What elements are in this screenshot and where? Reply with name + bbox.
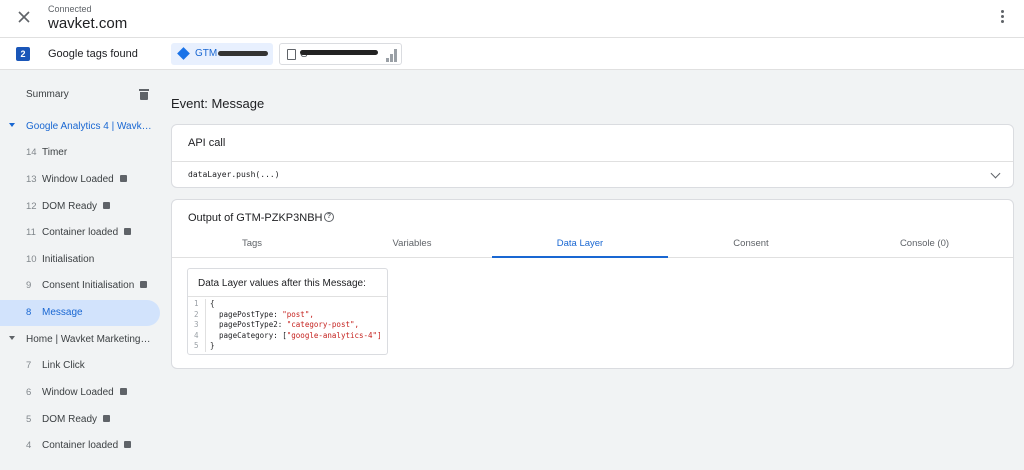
output-card: Output of GTM-PZKP3NBH ? Tags Variables … <box>171 199 1014 369</box>
sidebar-event-item[interactable]: 13 Window Loaded <box>0 167 160 193</box>
sidebar-event-item[interactable]: 14 Timer <box>0 140 160 166</box>
help-icon[interactable]: ? <box>324 212 334 222</box>
tab-variables[interactable]: Variables <box>332 233 492 258</box>
sidebar-event-item-selected[interactable]: 8 Message <box>0 300 160 326</box>
event-title: Event: Message <box>171 96 265 111</box>
sidebar-summary[interactable]: Summary <box>26 89 69 100</box>
calendar-icon <box>140 280 148 288</box>
event-number: 5 <box>26 414 32 425</box>
tab-console[interactable]: Console (0) <box>834 233 1015 258</box>
event-number: 14 <box>26 147 37 158</box>
sidebar-group-ga4[interactable]: Google Analytics 4 | Wavket Marketing Ag… <box>0 116 164 138</box>
event-name: Container loaded <box>42 440 132 451</box>
tab-consent[interactable]: Consent <box>668 233 834 258</box>
event-number: 7 <box>26 360 32 371</box>
tag-icon <box>287 49 296 60</box>
calendar-icon <box>119 174 127 182</box>
close-icon[interactable] <box>14 7 34 27</box>
chevron-down-icon[interactable] <box>990 168 1001 179</box>
event-name: Window Loaded <box>42 174 127 185</box>
divider <box>188 296 387 297</box>
code-line: 1{ <box>194 299 215 310</box>
sidebar-group-title: Home | Wavket Marketing Agency <box>26 334 152 345</box>
event-name: DOM Ready <box>42 201 111 212</box>
divider <box>172 161 1013 162</box>
sidebar-event-item[interactable]: 6 Window Loaded <box>0 380 160 406</box>
event-number: 6 <box>26 387 32 398</box>
event-name: Link Click <box>42 360 85 371</box>
kebab-menu-icon[interactable] <box>994 8 1010 28</box>
gtm-chip-label: GTM <box>195 48 218 59</box>
event-number: 10 <box>26 254 37 265</box>
event-name: Initialisation <box>42 254 95 265</box>
redacted-container-id <box>218 51 268 56</box>
event-number: 4 <box>26 440 32 451</box>
sidebar-event-item[interactable]: 10 Initialisation <box>0 247 160 273</box>
data-layer-title: Data Layer values after this Message: <box>198 278 366 289</box>
output-title: Output of GTM-PZKP3NBH <box>188 212 323 224</box>
caret-down-icon <box>9 123 15 127</box>
tab-data-layer[interactable]: Data Layer <box>492 233 668 258</box>
signal-bars-icon <box>386 48 398 62</box>
top-bar: Connected wavket.com <box>0 0 1024 38</box>
event-name: Consent Initialisation <box>42 280 148 291</box>
tag-bar: 2 Google tags found GTM G- <box>0 38 1024 70</box>
code-line: 3 pagePostType2: "category-post", <box>194 320 360 331</box>
tab-tags[interactable]: Tags <box>172 233 332 258</box>
event-name: DOM Ready <box>42 414 111 425</box>
sidebar-event-item[interactable]: 7 Link Click <box>0 353 160 379</box>
api-call-title: API call <box>188 137 226 149</box>
event-number: 12 <box>26 201 37 212</box>
connection-status: Connected <box>48 4 92 14</box>
gtm-container-chip[interactable]: GTM <box>171 43 273 65</box>
code-line: 2 pagePostType: "post", <box>194 309 314 320</box>
sidebar: Summary Google Analytics 4 | Wavket Mark… <box>0 71 164 470</box>
data-layer-panel: Data Layer values after this Message: 1{… <box>187 268 388 355</box>
data-layer-code: 1{ 2 pagePostType: "post", 3 pagePostTyp… <box>192 299 382 352</box>
calendar-icon <box>124 440 132 448</box>
sidebar-event-item[interactable]: 12 DOM Ready <box>0 194 160 220</box>
event-number: 13 <box>26 174 37 185</box>
event-number: 11 <box>26 227 36 238</box>
redacted-measurement-id <box>300 50 378 55</box>
output-tabs: Tags Variables Data Layer Consent Consol… <box>172 233 1013 258</box>
sidebar-event-item[interactable]: 5 DOM Ready <box>0 407 160 433</box>
gtm-diamond-icon <box>177 47 190 60</box>
tag-count-badge: 2 <box>16 47 30 61</box>
sidebar-event-item[interactable]: 4 Container loaded <box>0 433 160 459</box>
calendar-icon <box>119 387 127 395</box>
event-name: Window Loaded <box>42 387 127 398</box>
event-number: 8 <box>26 307 32 318</box>
code-line: 4 pageCategory: ["google-analytics-4"] <box>194 330 382 341</box>
sidebar-group-home[interactable]: Home | Wavket Marketing Agency <box>0 329 164 351</box>
event-name: Message <box>42 307 83 318</box>
event-name: Container loaded <box>42 227 132 238</box>
code-line: 5} <box>194 341 215 352</box>
caret-down-icon <box>9 336 15 340</box>
site-name: wavket.com <box>48 15 128 32</box>
calendar-icon <box>124 227 132 235</box>
api-call-card: API call dataLayer.push(...) <box>171 124 1014 188</box>
sidebar-group-title: Google Analytics 4 | Wavket Marketing Ag… <box>26 121 152 132</box>
ga-tag-chip[interactable]: G- <box>279 43 402 65</box>
event-number: 9 <box>26 280 32 291</box>
sidebar-event-item[interactable]: 11 Container loaded <box>0 220 160 246</box>
calendar-icon <box>103 201 111 209</box>
calendar-icon <box>103 414 111 422</box>
event-name: Timer <box>42 147 68 158</box>
api-call-code: dataLayer.push(...) <box>188 170 280 179</box>
tags-found-label: Google tags found <box>48 48 138 60</box>
sidebar-event-item[interactable]: 9 Consent Initialisation <box>0 273 160 299</box>
trash-icon[interactable] <box>139 88 149 100</box>
